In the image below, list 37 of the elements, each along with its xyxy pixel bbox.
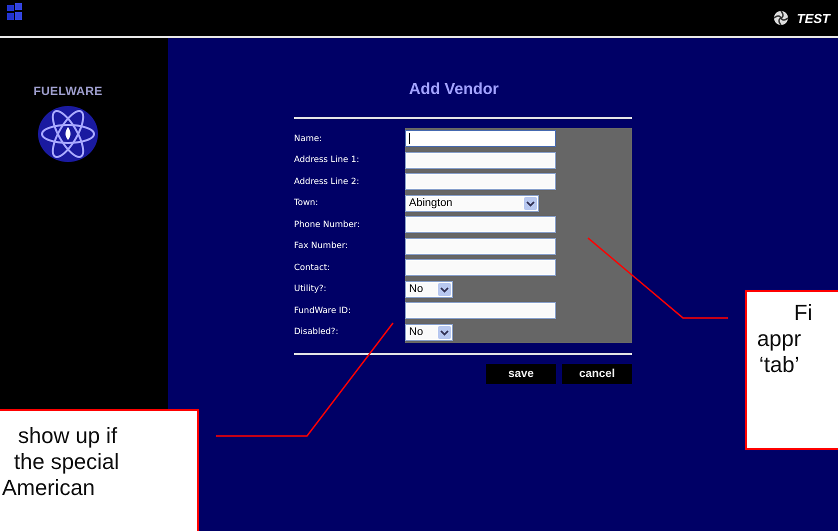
field-label: Disabled?: [294, 326, 340, 340]
swirl-icon [772, 10, 789, 26]
text-field[interactable] [405, 173, 556, 190]
text-field[interactable] [405, 152, 556, 169]
field-label: Name: [294, 132, 323, 146]
field-label: Address Line 1: [294, 154, 360, 168]
callout-text: the special [13, 449, 120, 475]
callout-text: Fi [793, 300, 814, 326]
callout-text: American [1, 475, 96, 501]
field-label: Fax Number: [294, 240, 349, 254]
text-field[interactable] [405, 302, 556, 320]
field-label: Utility?: [294, 283, 328, 296]
callout-text: ‘tab’ [758, 352, 800, 378]
text-field[interactable] [405, 216, 556, 234]
form-button[interactable]: cancel [562, 364, 632, 384]
chevron-down-icon [438, 282, 451, 296]
dropdown[interactable]: No [405, 324, 453, 341]
dropdown[interactable]: No [405, 280, 453, 298]
text-field[interactable] [405, 130, 556, 148]
brand-name: FUELWARE [33, 84, 103, 98]
page-title: Add Vendor [409, 81, 500, 99]
chevron-down-icon [438, 326, 451, 339]
field-label: Town: [294, 197, 320, 210]
text-field[interactable] [405, 259, 556, 276]
callout-text: appr [756, 326, 802, 352]
chevron-down-icon [524, 196, 537, 210]
field-label: FundWare ID: [294, 304, 352, 318]
app-logo-icon [6, 2, 24, 22]
field-label: Address Line 2: [294, 176, 360, 189]
text-field[interactable] [405, 238, 556, 255]
field-label: Contact: [294, 262, 331, 275]
environment-label: TEST [796, 10, 830, 26]
field-label: Phone Number: [294, 218, 361, 232]
dropdown[interactable]: Abington [405, 194, 539, 212]
callout-text: show up if [17, 423, 118, 449]
form-button[interactable]: save [486, 364, 556, 384]
atom-logo-icon [36, 104, 100, 164]
